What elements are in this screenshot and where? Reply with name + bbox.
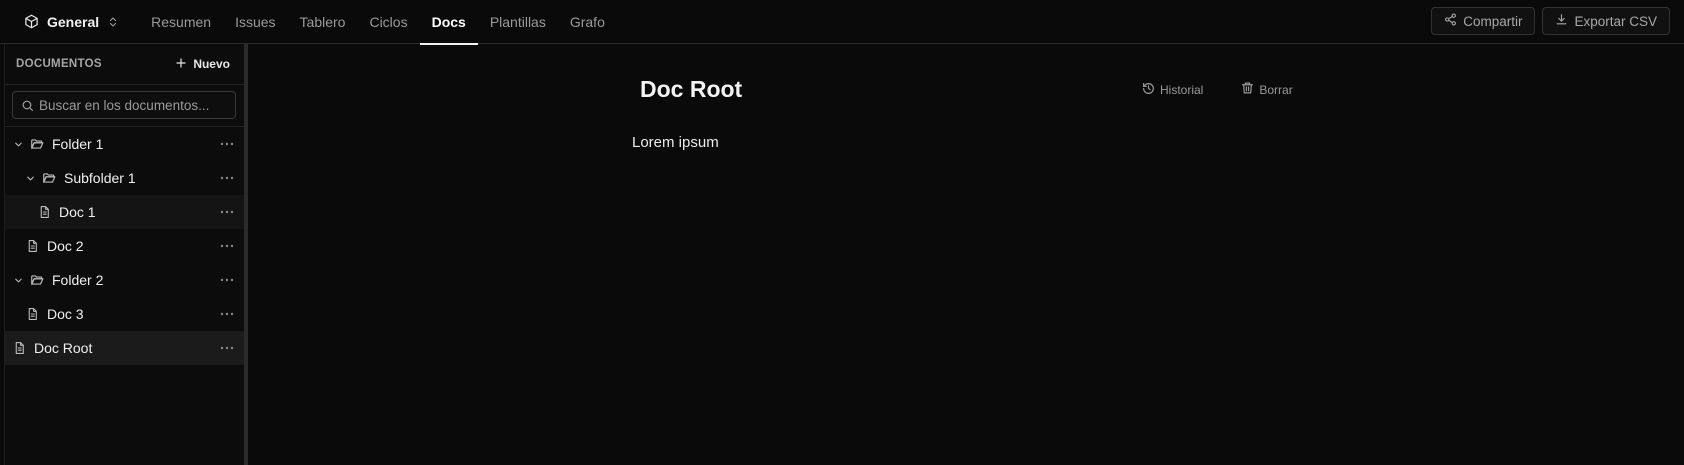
more-options-icon[interactable]: [220, 331, 234, 365]
document-icon: [38, 205, 51, 219]
tree-item-label: Doc 2: [47, 238, 84, 254]
folder-open-icon: [42, 171, 56, 185]
tree-item-doc-1[interactable]: Doc 1: [5, 195, 244, 229]
top-actions: Compartir Exportar CSV: [1431, 7, 1670, 35]
app-window: General Resumen Issues Tablero Ciclos Do…: [0, 0, 1684, 465]
search-box: [12, 91, 236, 119]
history-label: Historial: [1160, 82, 1204, 97]
search-input[interactable]: [39, 92, 229, 118]
tree-item-doc-3[interactable]: Doc 3: [5, 297, 244, 331]
tree-item-doc-2[interactable]: Doc 2: [5, 229, 244, 263]
tree-item-label: Doc Root: [34, 340, 93, 356]
tree-item-label: Folder 1: [52, 136, 104, 152]
tab-docs[interactable]: Docs: [419, 0, 479, 45]
sidebar-header: DOCUMENTOS Nuevo: [5, 44, 244, 85]
tree-item-folder-2[interactable]: Folder 2: [5, 263, 244, 297]
export-label: Exportar CSV: [1574, 13, 1657, 29]
nav-tabs: Resumen Issues Tablero Ciclos Docs Plant…: [139, 0, 617, 45]
document-body[interactable]: Lorem ipsum: [632, 134, 719, 151]
tab-grafo[interactable]: Grafo: [558, 0, 617, 44]
tree-item-subfolder-1[interactable]: Subfolder 1: [5, 161, 244, 195]
search-area: [5, 85, 244, 127]
more-options-icon[interactable]: [220, 263, 234, 297]
chevron-down-icon[interactable]: [11, 275, 25, 286]
tree-item-label: Folder 2: [52, 272, 104, 288]
delete-button[interactable]: Borrar: [1241, 81, 1293, 98]
share-icon: [1444, 13, 1457, 29]
tab-tablero[interactable]: Tablero: [288, 0, 358, 44]
tab-ciclos[interactable]: Ciclos: [357, 0, 419, 44]
plus-icon: [175, 57, 187, 72]
project-switcher[interactable]: General: [24, 0, 119, 44]
tab-issues[interactable]: Issues: [223, 0, 287, 44]
sidebar-title: DOCUMENTOS: [16, 58, 102, 70]
folder-open-icon: [30, 273, 44, 287]
new-document-button[interactable]: Nuevo: [175, 57, 230, 72]
history-icon: [1142, 82, 1155, 98]
download-icon: [1555, 13, 1568, 29]
project-name: General: [47, 13, 100, 30]
folder-open-icon: [30, 137, 44, 151]
tree-item-label: Doc 1: [59, 204, 96, 220]
more-options-icon[interactable]: [220, 127, 234, 161]
tab-resumen[interactable]: Resumen: [139, 0, 223, 44]
share-button[interactable]: Compartir: [1431, 7, 1536, 35]
chevron-down-icon[interactable]: [23, 173, 37, 184]
document-icon: [13, 341, 26, 355]
export-csv-button[interactable]: Exportar CSV: [1542, 7, 1670, 35]
more-options-icon[interactable]: [220, 229, 234, 263]
more-options-icon[interactable]: [220, 195, 234, 229]
delete-label: Borrar: [1259, 82, 1293, 97]
tree-item-doc-root[interactable]: Doc Root: [5, 331, 244, 365]
more-options-icon[interactable]: [220, 297, 234, 331]
cube-icon: [24, 14, 39, 29]
share-label: Compartir: [1463, 13, 1523, 29]
top-bar: General Resumen Issues Tablero Ciclos Do…: [0, 0, 1684, 45]
document-tree: Folder 1 Subfolder 1 Doc 1 Doc 2 Folder …: [5, 127, 244, 365]
documents-sidebar: DOCUMENTOS Nuevo Buscar en los documento…: [4, 44, 244, 465]
document-view: Doc Root Historial Borrar Lorem ipsum: [248, 44, 1684, 465]
document-actions: Historial Borrar: [1142, 81, 1293, 98]
history-button[interactable]: Historial: [1142, 81, 1203, 98]
tree-item-label: Subfolder 1: [64, 170, 136, 186]
more-options-icon[interactable]: [220, 161, 234, 195]
chevron-down-icon[interactable]: [11, 139, 25, 150]
tab-plantillas[interactable]: Plantillas: [478, 0, 558, 44]
trash-icon: [1241, 81, 1254, 98]
document-icon: [26, 239, 39, 253]
document-icon: [26, 307, 39, 321]
document-title[interactable]: Doc Root: [640, 76, 742, 103]
chevron-up-down-icon: [107, 16, 119, 28]
tree-item-label: Doc 3: [47, 306, 84, 322]
new-document-label: Nuevo: [193, 57, 230, 71]
tree-item-folder-1[interactable]: Folder 1: [5, 127, 244, 161]
